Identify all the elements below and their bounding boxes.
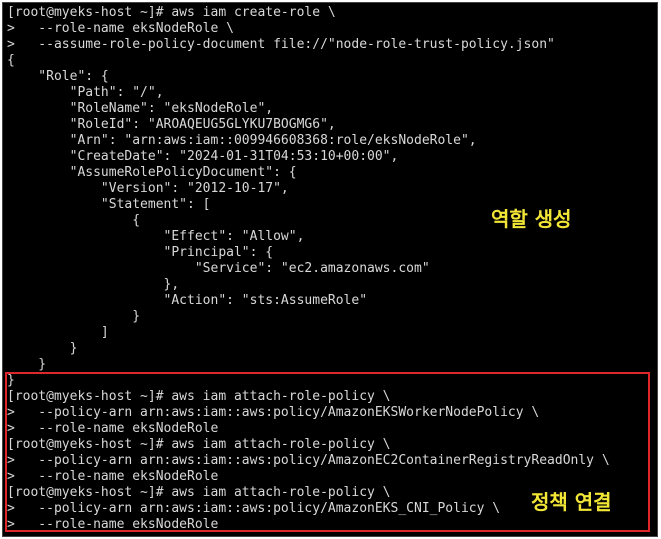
terminal-line-13: "Statement": [ xyxy=(7,197,211,212)
terminal-line-8: "RoleId": "AROAQEUG5GLYKU7BOGMG6", xyxy=(7,117,336,132)
terminal-line-16: "Principal": { xyxy=(7,245,274,260)
terminal-line-14: { xyxy=(7,213,141,228)
terminal-line-4: { xyxy=(7,53,15,68)
create-role-annotation: 역할 생성 xyxy=(491,207,572,231)
terminal-line-5: "Role": { xyxy=(7,69,109,84)
terminal-line-7: "RoleName": "eksNodeRole", xyxy=(7,101,274,116)
terminal-line-17: "Service": "ec2.amazonaws.com" xyxy=(7,261,430,276)
terminal-line-15: "Effect": "Allow", xyxy=(7,229,305,244)
terminal-line-1: [root@myeks-host ~]# aws iam create-role… xyxy=(7,5,336,20)
terminal-line-21: ] xyxy=(7,325,109,340)
terminal-line-12: "Version": "2012-10-17", xyxy=(7,181,289,196)
terminal-line-20: } xyxy=(7,309,141,324)
terminal-line-9: "Arn": "arn:aws:iam::009946608368:role/e… xyxy=(7,133,477,148)
terminal-line-6: "Path": "/", xyxy=(7,85,164,100)
terminal-line-3: > --assume-role-policy-document file://"… xyxy=(7,37,555,52)
terminal-line-18: }, xyxy=(7,277,180,292)
terminal-line-23: } xyxy=(7,357,47,372)
attach-policy-annotation: 정책 연결 xyxy=(531,490,612,514)
terminal-line-10: "CreateDate": "2024-01-31T04:53:10+00:00… xyxy=(7,149,399,164)
terminal-line-2: > --role-name eksNodeRole \ xyxy=(7,21,234,36)
terminal-line-22: } xyxy=(7,341,78,356)
terminal-line-19: "Action": "sts:AssumeRole" xyxy=(7,293,368,308)
terminal-line-11: "AssumeRolePolicyDocument": { xyxy=(7,165,297,180)
